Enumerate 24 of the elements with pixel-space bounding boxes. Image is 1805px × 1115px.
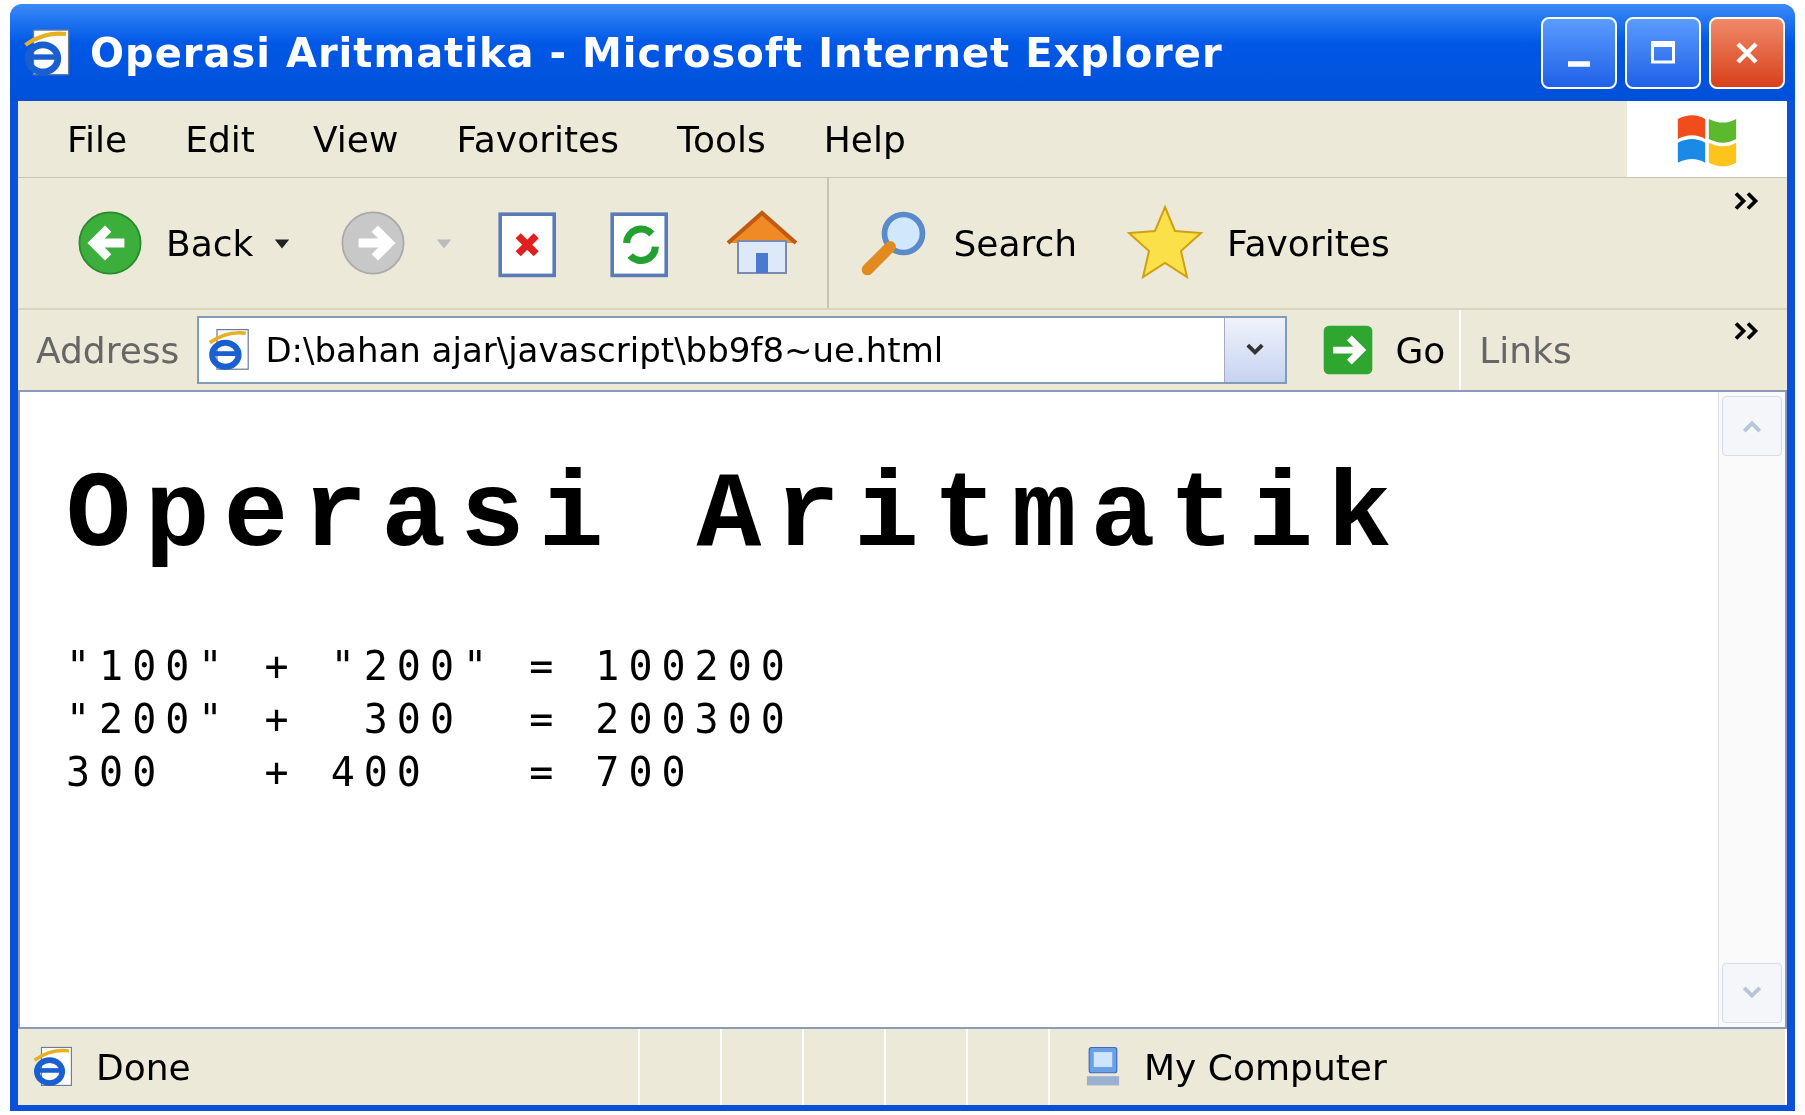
- result-line: 300 + 400 = 700: [66, 748, 696, 797]
- menu-item[interactable]: Tools: [648, 118, 795, 160]
- menu-item[interactable]: Favorites: [427, 118, 649, 160]
- minimize-icon: [1568, 60, 1590, 67]
- menu-item[interactable]: Help: [794, 118, 935, 160]
- address-field[interactable]: D:\bahan ajar\javascript\bb9f8~ue.html: [197, 316, 1288, 384]
- result-line: "200" + 300 = 200300: [66, 695, 795, 744]
- address-label: Address: [35, 329, 181, 371]
- page-heading: Operasi Aritmatik: [66, 462, 1407, 570]
- menu-item[interactable]: View: [283, 118, 428, 160]
- favorites-button[interactable]: Favorites: [1097, 178, 1410, 308]
- search-button[interactable]: Search: [829, 178, 1098, 308]
- menu-item[interactable]: Edit: [156, 118, 284, 160]
- minimize-button[interactable]: [1541, 16, 1617, 89]
- window-title: Operasi Aritmatika - Microsoft Internet Explorer: [90, 29, 1224, 76]
- close-button[interactable]: [1709, 16, 1785, 89]
- maximize-button[interactable]: [1625, 16, 1701, 89]
- status-text: Done: [96, 1046, 191, 1088]
- zone-text: My Computer: [1144, 1046, 1387, 1088]
- back-button[interactable]: Back: [48, 178, 312, 308]
- dropdown-button[interactable]: [1224, 318, 1286, 382]
- result-line: "100" + "200" = 100200: [66, 642, 795, 691]
- menu-item[interactable]: File: [38, 118, 157, 160]
- links-label[interactable]: Links: [1461, 329, 1572, 371]
